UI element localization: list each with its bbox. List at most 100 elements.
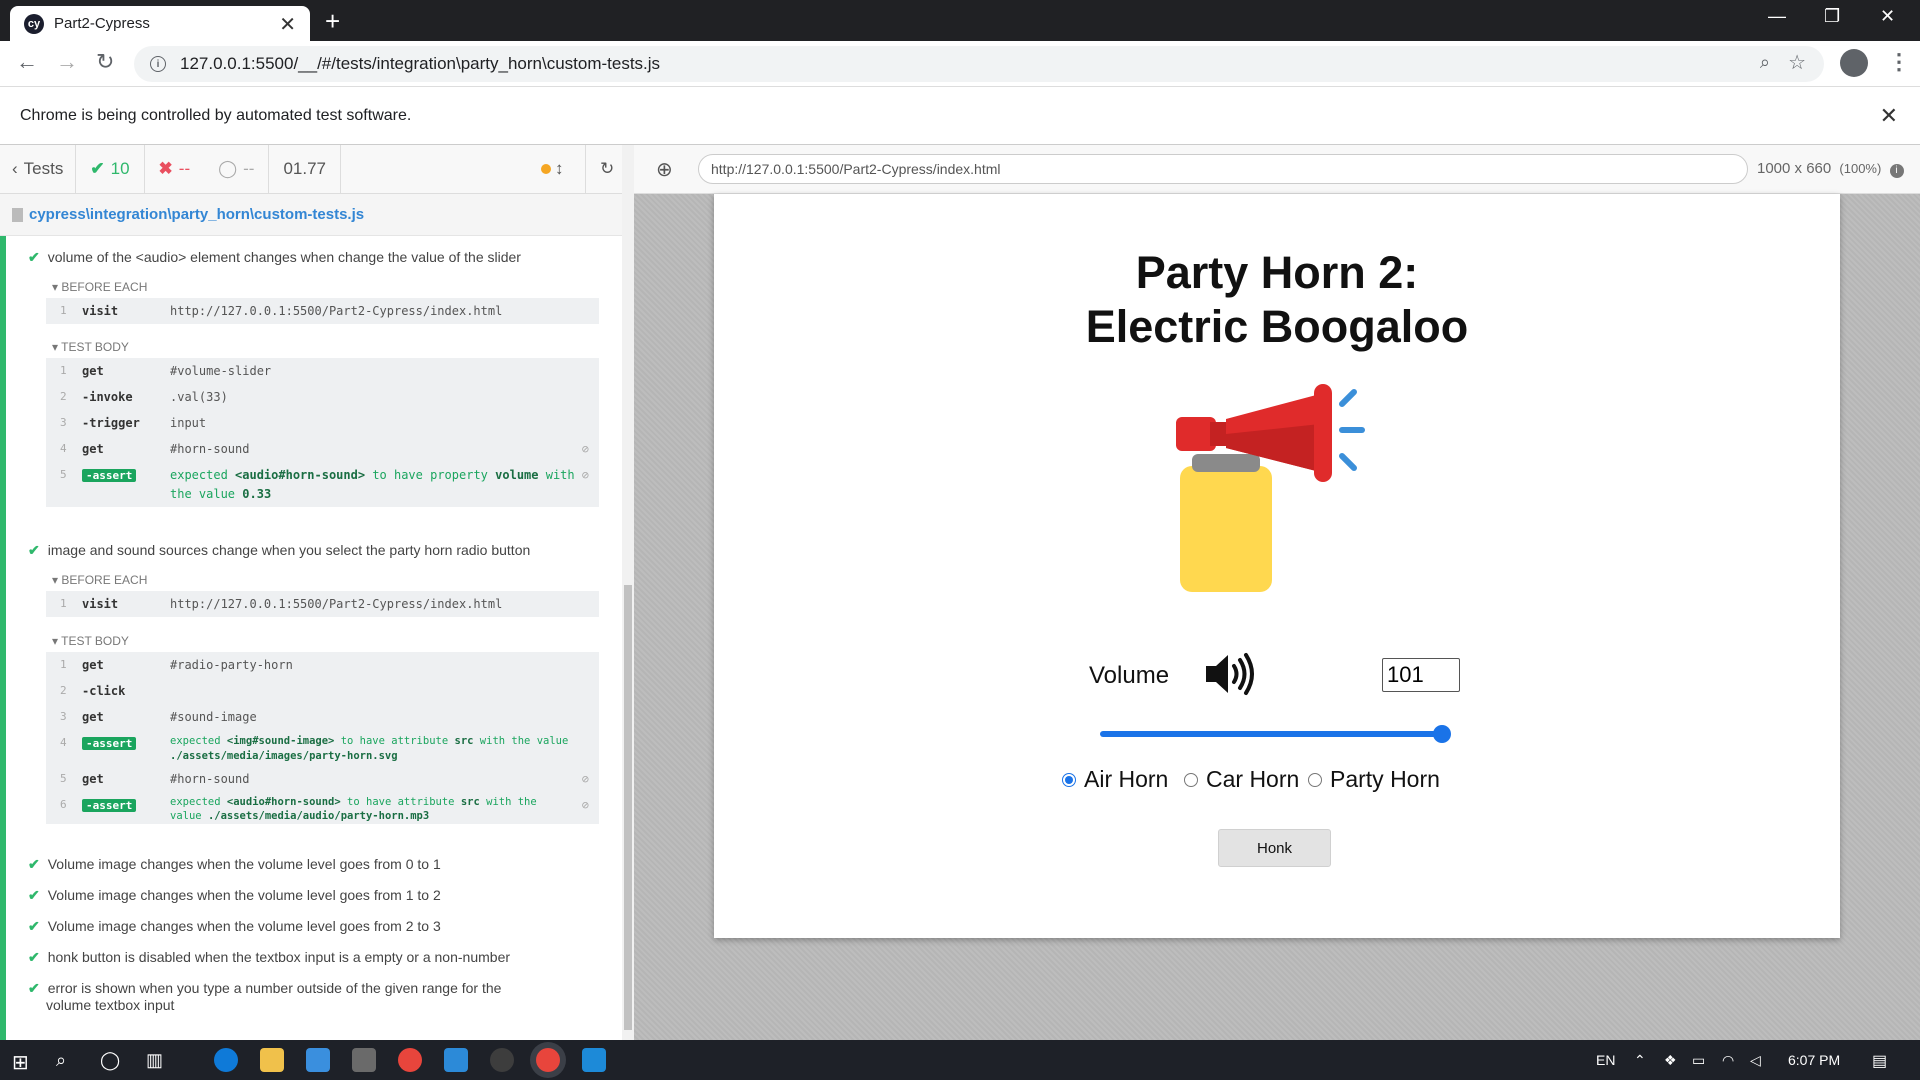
test-title[interactable]: ✔ honk button is disabled when the textbo…: [28, 949, 510, 966]
speaker-icon[interactable]: ◁: [1750, 1052, 1761, 1069]
spec-path[interactable]: cypress\integration\party_horn\custom-te…: [29, 206, 364, 223]
slider-knob[interactable]: [1433, 725, 1451, 743]
chevron-left-icon: ‹: [12, 159, 18, 178]
radio-air-horn[interactable]: Air Horn: [1062, 766, 1168, 793]
hidden-eye-icon: ⊘: [581, 442, 589, 456]
volume-number-input[interactable]: [1382, 658, 1460, 692]
command-name: get: [82, 364, 104, 378]
viewport-scale: (100%): [1839, 161, 1882, 176]
duration: 01.77: [269, 144, 342, 194]
bookmark-star-icon[interactable]: ☆: [1788, 50, 1806, 75]
command-row[interactable]: 1 get #volume-slider: [46, 358, 599, 384]
radio-party-horn[interactable]: Party Horn: [1308, 766, 1440, 793]
test-body-header[interactable]: ▾ TEST BODY: [52, 634, 129, 648]
file-explorer-icon[interactable]: [260, 1048, 284, 1072]
duration-value: 01.77: [283, 159, 327, 178]
close-tab-icon[interactable]: ✕: [279, 12, 296, 37]
command-row[interactable]: 4 get #horn-sound ⊘: [46, 436, 599, 462]
photos-icon[interactable]: [352, 1048, 376, 1072]
task-view-icon[interactable]: ▥: [146, 1050, 163, 1071]
battery-icon[interactable]: ▭: [1692, 1052, 1705, 1069]
honk-button[interactable]: Honk: [1218, 829, 1331, 867]
address-bar[interactable]: i 127.0.0.1:5500/__/#/tests/integration\…: [134, 46, 1824, 82]
selector-playground-icon[interactable]: ⊕: [656, 157, 673, 182]
pass-rail: [0, 236, 6, 1040]
command-block: 1 get #volume-slider 2 -invoke .val(33) …: [46, 358, 599, 507]
tests-back-button[interactable]: ‹ Tests: [0, 144, 77, 194]
command-row[interactable]: 1 get #radio-party-horn: [46, 652, 599, 678]
mail-icon[interactable]: [306, 1048, 330, 1072]
forward-icon[interactable]: →: [56, 49, 78, 75]
command-row[interactable]: 5 -assert expected <audio#horn-sound> to…: [46, 462, 599, 506]
command-row[interactable]: 6 -assert expected <audio#horn-sound> to…: [46, 792, 599, 824]
clock[interactable]: 6:07 PM: [1788, 1052, 1840, 1068]
scrollbar-thumb[interactable]: [624, 585, 632, 1030]
passed-count-value: 10: [110, 159, 130, 178]
command-name: get: [82, 658, 104, 672]
tab-title: Part2-Cypress: [54, 15, 150, 32]
command-row[interactable]: 4 -assert expected <img#sound-image> to …: [46, 730, 599, 766]
test-title[interactable]: ✔ Volume image changes when the volume le…: [28, 856, 441, 873]
close-window-icon[interactable]: ✕: [1880, 6, 1895, 27]
back-icon[interactable]: ←: [16, 49, 38, 75]
app-icon[interactable]: [582, 1048, 606, 1072]
command-number: 3: [60, 710, 67, 723]
vscode-icon[interactable]: [444, 1048, 468, 1072]
test-body-header[interactable]: ▾ TEST BODY: [52, 340, 129, 354]
restore-icon[interactable]: ❐: [1824, 6, 1840, 27]
command-row[interactable]: 2 -click: [46, 678, 599, 704]
menu-kebab-icon[interactable]: ⋮: [1888, 49, 1910, 75]
test-title[interactable]: ✔ Volume image changes when the volume le…: [28, 887, 441, 904]
profile-avatar-icon[interactable]: [1840, 49, 1868, 77]
zoom-icon[interactable]: ⌕: [1760, 52, 1770, 73]
pending-count-value: --: [243, 159, 255, 178]
command-row[interactable]: 1 visit http://127.0.0.1:5500/Part2-Cypr…: [46, 298, 599, 324]
infobar-text: Chrome is being controlled by automated …: [20, 106, 412, 124]
command-row[interactable]: 5 get #horn-sound ⊘: [46, 766, 599, 792]
info-icon[interactable]: i: [150, 56, 166, 72]
aut-iframe: Party Horn 2: Electric Boogaloo Volume A…: [714, 194, 1840, 938]
command-number: 5: [60, 772, 67, 785]
windows-start-icon[interactable]: ⊞: [12, 1050, 29, 1075]
search-icon[interactable]: ⌕: [56, 1050, 66, 1071]
reporter-scrollbar[interactable]: [622, 145, 634, 1040]
edge-icon[interactable]: [214, 1048, 238, 1072]
command-row[interactable]: 3 get #sound-image: [46, 704, 599, 730]
chrome-icon[interactable]: [398, 1048, 422, 1072]
new-tab-icon[interactable]: +: [325, 6, 340, 37]
minimize-icon[interactable]: —: [1768, 6, 1786, 27]
command-row[interactable]: 3 -trigger input: [46, 410, 599, 436]
reload-icon[interactable]: ↻: [96, 49, 114, 75]
browser-tab[interactable]: cy Part2-Cypress ✕: [10, 6, 310, 41]
command-row[interactable]: 2 -invoke .val(33): [46, 384, 599, 410]
test-title[interactable]: ✔ volume of the <audio> element changes …: [28, 249, 521, 266]
test-title[interactable]: ✔ Volume image changes when the volume le…: [28, 918, 441, 935]
language-indicator[interactable]: EN: [1596, 1052, 1615, 1068]
check-icon: ✔: [90, 159, 105, 178]
test-title-text: Volume image changes when the volume lev…: [47, 918, 441, 934]
before-each-header[interactable]: ▾ BEFORE EACH: [52, 573, 147, 587]
radio-dot[interactable]: [1184, 772, 1198, 787]
notifications-icon[interactable]: ▤: [1872, 1051, 1887, 1071]
radio-dot[interactable]: [1308, 772, 1322, 787]
info-icon[interactable]: i: [1889, 164, 1904, 178]
before-each-header[interactable]: ▾ BEFORE EACH: [52, 280, 147, 294]
dropbox-icon[interactable]: ❖: [1664, 1052, 1677, 1069]
radio-dot[interactable]: [1062, 772, 1076, 787]
hidden-eye-icon: ⊘: [581, 468, 589, 482]
test-title[interactable]: ✔ error is shown when you type a number o…: [28, 980, 501, 1013]
sound-line: [1339, 453, 1357, 471]
volume-slider[interactable]: [1100, 724, 1451, 744]
close-infobar-icon[interactable]: ✕: [1880, 103, 1898, 129]
aut-url-bar[interactable]: http://127.0.0.1:5500/Part2-Cypress/inde…: [698, 154, 1748, 184]
tray-chevron-icon[interactable]: ⌃: [1634, 1052, 1646, 1069]
chrome-active-icon[interactable]: [536, 1048, 560, 1072]
cortana-icon[interactable]: ◯: [100, 1050, 120, 1071]
command-row[interactable]: 1 visit http://127.0.0.1:5500/Part2-Cypr…: [46, 591, 599, 617]
cypress-reporter: ‹ Tests ✔ 10 ✖ -- ◯ -- 01.77 ↕ ↻ cypress…: [0, 144, 634, 1040]
wifi-icon[interactable]: ◠: [1722, 1052, 1734, 1069]
radio-car-horn[interactable]: Car Horn: [1184, 766, 1299, 793]
auto-scroll-toggle[interactable]: ↕: [527, 145, 585, 194]
cypress-icon[interactable]: [490, 1048, 514, 1072]
test-title[interactable]: ✔ image and sound sources change when yo…: [28, 542, 530, 559]
